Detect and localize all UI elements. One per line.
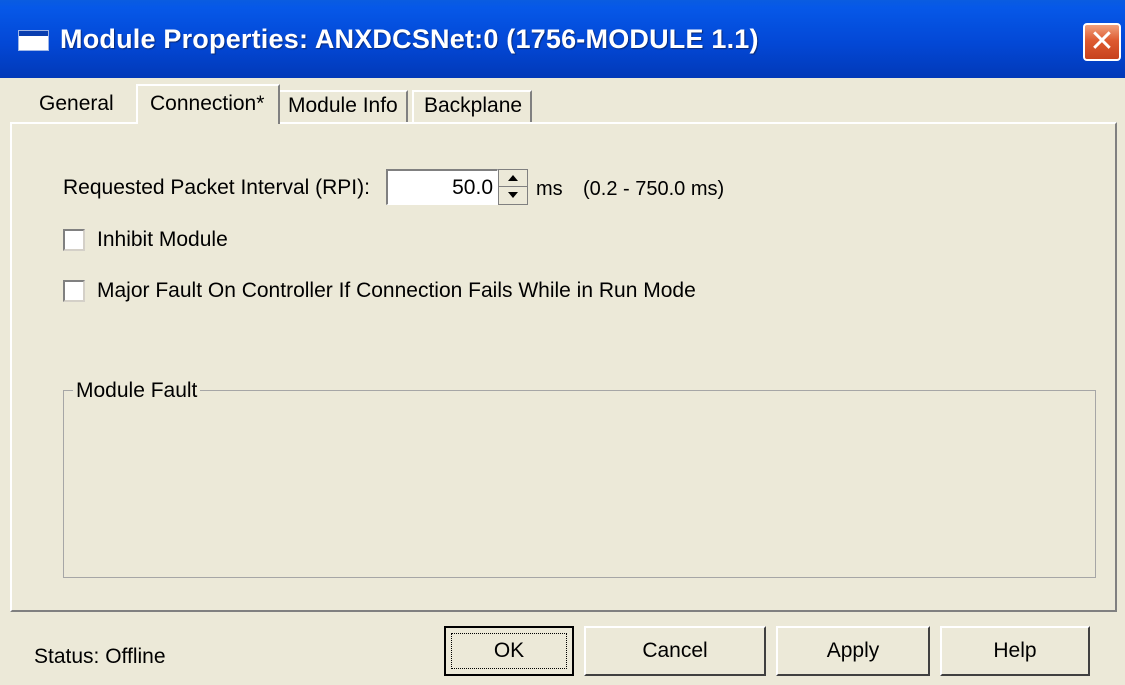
tab-backplane-label: Backplane [424,94,523,117]
apply-button-label: Apply [826,639,880,662]
rpi-input[interactable]: 50.0 [386,169,498,205]
cancel-button[interactable]: Cancel [584,626,766,676]
close-button[interactable]: ✕ [1083,23,1121,61]
tab-connection[interactable]: Connection* [136,84,280,124]
focus-rect [451,633,567,669]
title-bar[interactable]: Module Properties: ANXDCSNet:0 (1756-MOD… [0,0,1125,78]
window-title: Module Properties: ANXDCSNet:0 (1756-MOD… [60,24,759,54]
rpi-label: Requested Packet Interval (RPI): [63,176,370,199]
spin-down-button[interactable] [499,187,527,203]
inhibit-module-label[interactable]: Inhibit Module [97,228,228,252]
tab-module-info-label: Module Info [288,94,398,117]
tab-module-info[interactable]: Module Info [280,90,408,124]
rpi-range: (0.2 - 750.0 ms) [583,178,725,200]
rpi-unit: ms [536,178,563,200]
tab-connection-label: Connection* [150,92,265,115]
arrow-up-icon [508,175,518,181]
window-icon [18,30,49,51]
tab-backplane[interactable]: Backplane [412,90,533,124]
status-text: Status: Offline [34,645,166,668]
major-fault-checkbox[interactable] [63,280,85,302]
rpi-spinner[interactable] [498,169,528,205]
ok-button[interactable]: OK [444,626,574,676]
tab-general[interactable]: General [33,92,120,116]
module-fault-group [63,390,1096,578]
major-fault-label[interactable]: Major Fault On Controller If Connection … [97,279,696,303]
module-fault-legend: Module Fault [73,379,201,403]
inhibit-module-checkbox[interactable] [63,229,85,251]
help-button-label: Help [993,639,1037,662]
module-properties-dialog: Module Properties: ANXDCSNet:0 (1756-MOD… [0,0,1125,685]
tab-general-label: General [39,92,114,115]
help-button[interactable]: Help [940,626,1090,676]
apply-button[interactable]: Apply [776,626,930,676]
cancel-button-label: Cancel [642,639,708,662]
spin-up-button[interactable] [499,170,527,187]
arrow-down-icon [508,192,518,198]
close-icon: ✕ [1089,25,1115,58]
